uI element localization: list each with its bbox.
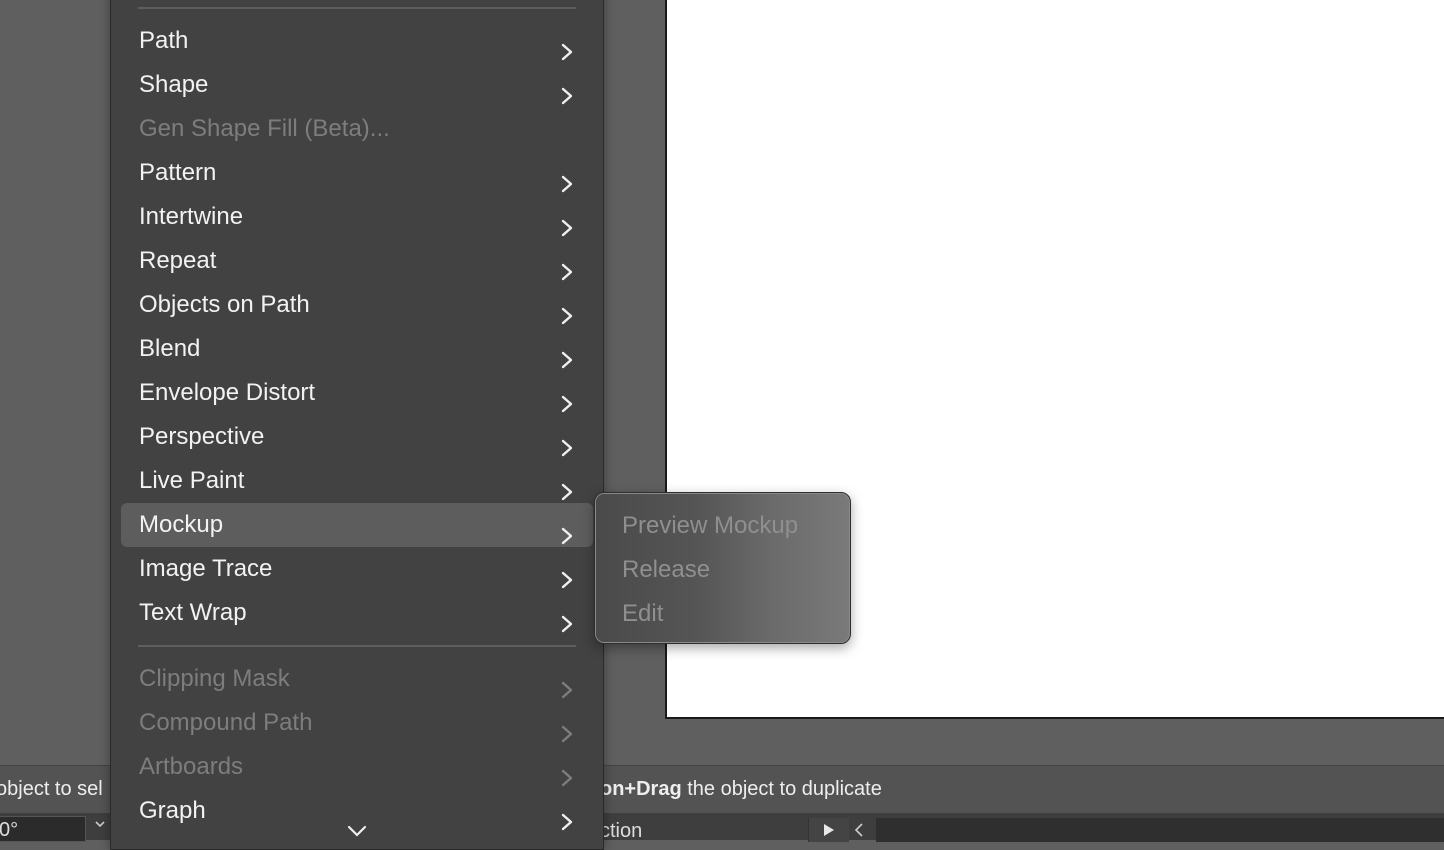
- mockup-submenu: Preview Mockup Release Edit: [594, 492, 851, 644]
- menu-item-shape[interactable]: Shape: [121, 63, 593, 107]
- chevron-right-icon: [561, 604, 573, 648]
- menu-item-image-trace[interactable]: Image Trace: [121, 547, 593, 591]
- menu-item-artboards: Artboards: [121, 745, 593, 789]
- menu-item-pattern[interactable]: Pattern: [121, 151, 593, 195]
- menu-item-live-paint[interactable]: Live Paint: [121, 459, 593, 503]
- menu-item-envelope-distort[interactable]: Envelope Distort: [121, 371, 593, 415]
- menu-item-label: Graph: [139, 797, 206, 824]
- menu-item-label: Gen Shape Fill (Beta)...: [139, 115, 390, 142]
- play-button[interactable]: [808, 818, 849, 842]
- chevron-left-icon: [854, 823, 863, 837]
- scroll-left-button[interactable]: [848, 818, 876, 842]
- menu-item-label: Envelope Distort: [139, 379, 316, 406]
- menu-item-intertwine[interactable]: Intertwine: [121, 195, 593, 239]
- menu-item-label: Image Trace: [139, 555, 273, 582]
- chevron-right-icon: [561, 802, 573, 846]
- submenu-item-release: Release: [622, 556, 711, 583]
- menu-item-gen-shape-fill-beta: Gen Shape Fill (Beta)...: [121, 107, 593, 151]
- menu-item-label: Intertwine: [139, 203, 244, 230]
- menu-item-label: Live Paint: [139, 467, 245, 494]
- submenu-item-preview-mockup: Preview Mockup: [622, 512, 799, 539]
- menu-item-compound-path: Compound Path: [121, 701, 593, 745]
- menu-item-label: Mockup: [139, 511, 224, 538]
- status-hint-bold: on+Drag: [600, 778, 682, 800]
- menu-item-label: Repeat: [139, 247, 217, 274]
- menu-item-objects-on-path[interactable]: Objects on Path: [121, 283, 593, 327]
- menu-item-blend[interactable]: Blend: [121, 327, 593, 371]
- menu-item-mockup[interactable]: Mockup: [121, 503, 593, 547]
- menu-item-label: Artboards: [139, 753, 244, 780]
- menu-item-text-wrap[interactable]: Text Wrap: [121, 591, 593, 635]
- menu-item-perspective[interactable]: Perspective: [121, 415, 593, 459]
- rotation-angle-field[interactable]: 0°: [0, 816, 86, 842]
- menu-item-label: Blend: [139, 335, 201, 362]
- menu-item-clipping-mask: Clipping Mask: [121, 657, 593, 701]
- menu-item-label: Objects on Path: [139, 291, 310, 318]
- horizontal-scrollbar[interactable]: [876, 818, 1444, 842]
- status-hint-right: on+Drag the object to duplicate: [600, 778, 882, 801]
- menu-separator: [138, 7, 576, 9]
- menu-item-label: Clipping Mask: [139, 665, 290, 692]
- object-menu: Path Shape Gen Shape Fill (Beta)... Pattern…: [110, 0, 604, 850]
- menu-item-label: Compound Path: [139, 709, 313, 736]
- status-hint-text: the object to duplicate: [681, 778, 882, 800]
- menu-separator: [138, 645, 576, 647]
- status-hint-left: object to sel: [0, 778, 103, 800]
- menu-item-path[interactable]: Path: [121, 19, 593, 63]
- menu-item-label: Path: [139, 27, 189, 54]
- menu-item-label: Shape: [139, 71, 209, 98]
- menu-item-label: Perspective: [139, 423, 265, 450]
- menu-scroll-down-icon[interactable]: [347, 824, 367, 842]
- menu-item-label: Text Wrap: [139, 599, 247, 626]
- submenu-item-edit: Edit: [622, 600, 664, 627]
- menu-item-label: Pattern: [139, 159, 217, 186]
- play-icon: [824, 824, 834, 836]
- menu-item-repeat[interactable]: Repeat: [121, 239, 593, 283]
